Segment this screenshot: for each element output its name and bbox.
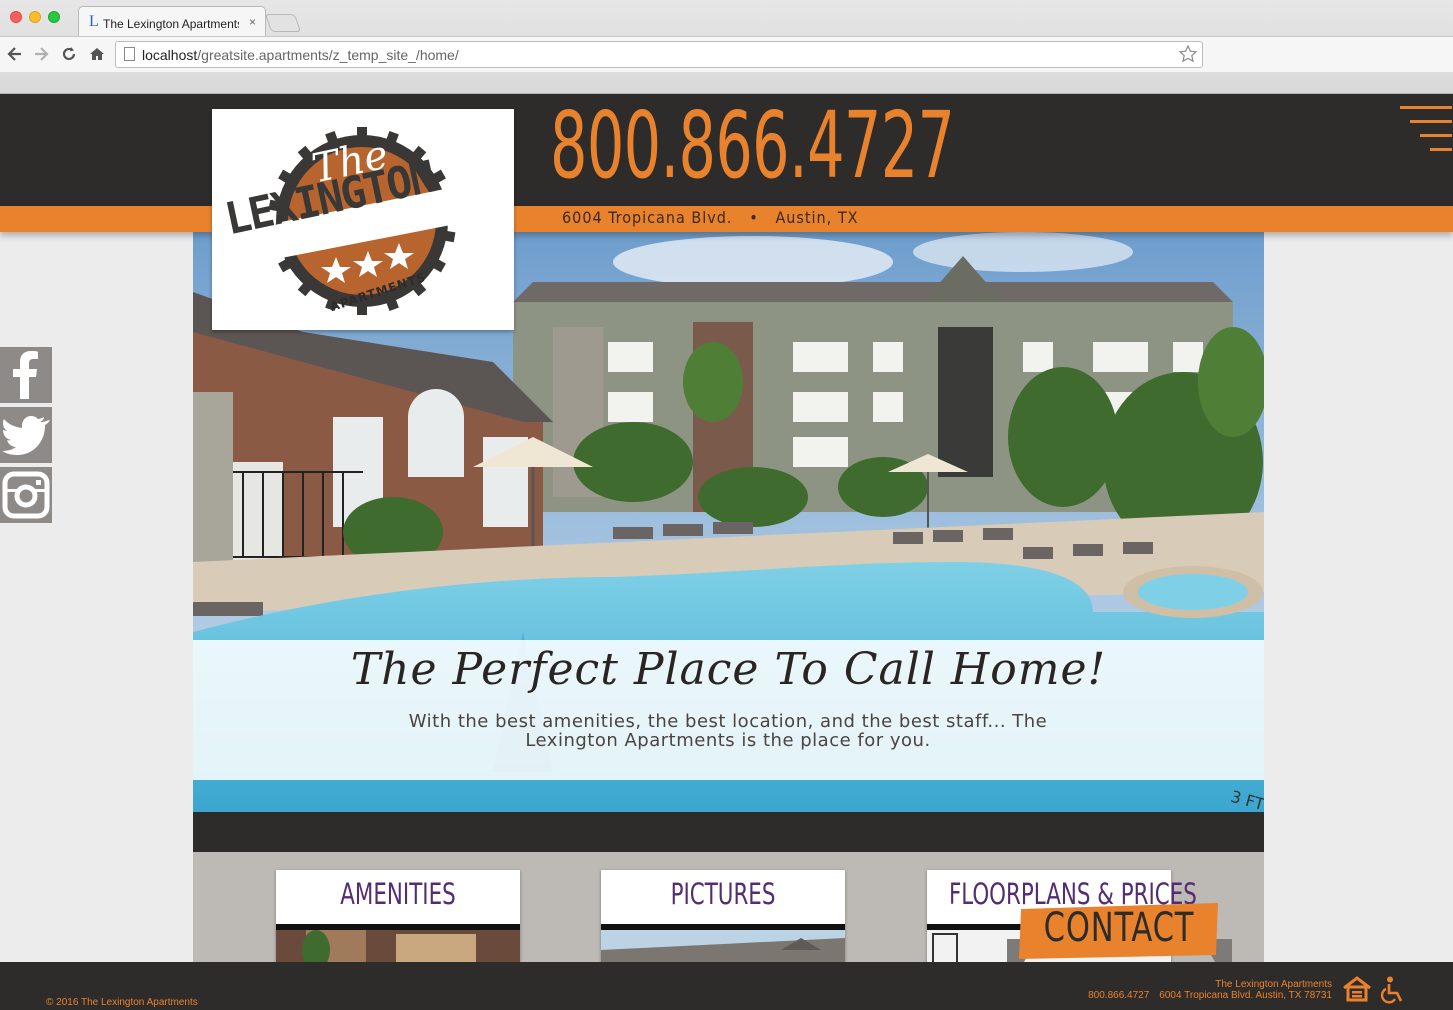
hero-bottom-band [193, 812, 1264, 852]
twitter-link[interactable] [0, 407, 52, 463]
site-footer: © 2016 The Lexington Apartments The Lexi… [0, 962, 1453, 1010]
amenities-card[interactable]: AMENITIES [276, 870, 520, 962]
hero-tagline: The Perfect Place To Call Home! [350, 644, 1107, 695]
footer-address: 6004 Tropicana Blvd. Austin, TX 78731 [1159, 990, 1332, 1001]
forward-arrow-icon[interactable] [31, 44, 51, 64]
footer-contact-info: 800.866.4727 6004 Tropicana Blvd. Austin,… [1078, 990, 1332, 1001]
pictures-card-title: PICTURES [670, 877, 776, 911]
facebook-link[interactable] [0, 347, 52, 403]
header-address: 6004 Tropicana Blvd. • Austin, TX [562, 208, 858, 227]
bookmark-star-icon[interactable] [1178, 43, 1198, 71]
hero-caption-panel: The Perfect Place To Call Home! With the… [193, 640, 1264, 780]
address-street: 6004 Tropicana Blvd. [562, 208, 733, 227]
tab-title: The Lexington Apartments [103, 17, 239, 31]
amenities-thumbnail [276, 930, 520, 962]
tab-bar: L The Lexington Apartments × [0, 0, 1453, 36]
hamburger-menu-icon[interactable] [1398, 100, 1453, 156]
phone-number[interactable]: 800.866.4727 [550, 96, 955, 196]
back-arrow-icon[interactable] [5, 44, 25, 64]
footer-company-name: The Lexington Apartments [1215, 979, 1332, 990]
home-icon[interactable] [87, 44, 107, 64]
instagram-icon [2, 471, 50, 519]
url-path: /greatsite.apartments/z_temp_site_/home/ [197, 47, 459, 63]
favicon-icon: L [89, 13, 99, 30]
close-window-button[interactable] [10, 11, 22, 23]
browser-chrome: L The Lexington Apartments × localhost/g… [0, 0, 1453, 94]
url-text[interactable]: localhost/greatsite.apartments/z_temp_si… [142, 47, 459, 63]
address-city: Austin, TX [775, 208, 859, 227]
new-tab-button[interactable] [264, 14, 302, 32]
address-separator: • [749, 208, 759, 227]
browser-toolbar: localhost/greatsite.apartments/z_temp_si… [0, 36, 1453, 72]
hero-subline: With the best amenities, the best locati… [408, 711, 1048, 751]
facebook-icon [13, 351, 38, 399]
instagram-link[interactable] [0, 467, 52, 523]
amenities-card-title: AMENITIES [340, 877, 456, 911]
minimize-window-button[interactable] [29, 11, 41, 23]
contact-label: CONTACT [1043, 905, 1195, 951]
accessibility-icon [1380, 976, 1403, 1004]
pictures-card[interactable]: PICTURES [601, 870, 845, 962]
browser-tab[interactable]: L The Lexington Apartments × [78, 6, 266, 36]
site-logo[interactable]: The LEXINGTON APARTMENTS [212, 109, 514, 330]
page-icon [124, 47, 135, 61]
equal-housing-icon [1343, 976, 1371, 1002]
pictures-thumbnail [601, 930, 845, 962]
reload-icon[interactable] [59, 44, 79, 64]
footer-phone[interactable]: 800.866.4727 [1088, 990, 1149, 1001]
copyright-text: © 2016 The Lexington Apartments [46, 997, 198, 1008]
url-host: localhost [142, 47, 198, 63]
maximize-window-button[interactable] [48, 11, 60, 23]
address-bar[interactable]: localhost/greatsite.apartments/z_temp_si… [115, 41, 1203, 68]
twitter-icon [2, 416, 50, 455]
tab-close-icon[interactable]: × [249, 15, 256, 29]
